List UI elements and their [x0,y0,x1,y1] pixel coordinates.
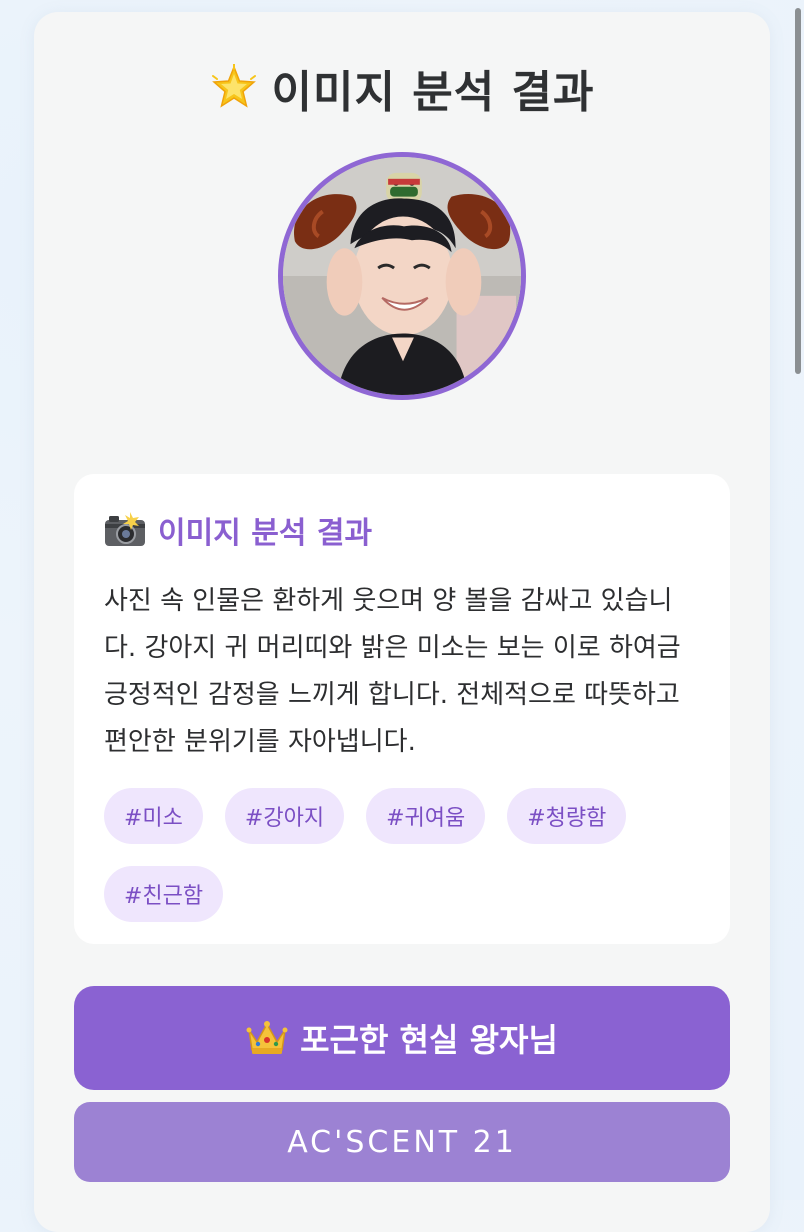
tag-chip[interactable]: #강아지 [224,788,345,844]
scrollbar[interactable] [794,0,804,1200]
analysis-heading: 이미지 분석 결과 [104,510,373,551]
analysis-title: 이미지 분석 결과 [158,516,373,551]
result-type-button[interactable]: 포근한 현실 왕자님 [74,986,730,1090]
analysis-panel: 이미지 분석 결과 사진 속 인물은 환하게 웃으며 양 볼을 감싸고 있습니다… [74,474,730,944]
glowing-star-icon [211,64,256,108]
result-card: 이미지 분석 결과 이미지 분석 결과 사진 속 인물은 환하게 웃으며 양 볼… [34,12,770,1232]
avatar [278,152,526,400]
brand-label: AC'SCENT 21 [287,1124,517,1160]
page-header: 이미지 분석 결과 [34,58,770,118]
brand-button[interactable]: AC'SCENT 21 [74,1102,730,1182]
tag-chip[interactable]: #친근함 [104,866,224,922]
tag-chip[interactable]: #미소 [104,788,203,844]
tag-list: #미소 #강아지 #귀여움 #청량함 #친근함 [104,788,704,922]
analysis-description: 사진 속 인물은 환하게 웃으며 양 볼을 감싸고 있습니다. 강아지 귀 머리… [104,586,681,757]
camera-flash-icon [105,512,145,546]
tag-chip[interactable]: #청량함 [507,788,627,844]
page-title: 이미지 분석 결과 [271,67,595,118]
profile-photo [283,157,521,395]
scrollbar-thumb[interactable] [795,8,801,374]
tag-chip[interactable]: #귀여움 [366,788,486,844]
result-type-label: 포근한 현실 왕자님 [300,1021,558,1059]
crown-icon [246,1021,288,1054]
